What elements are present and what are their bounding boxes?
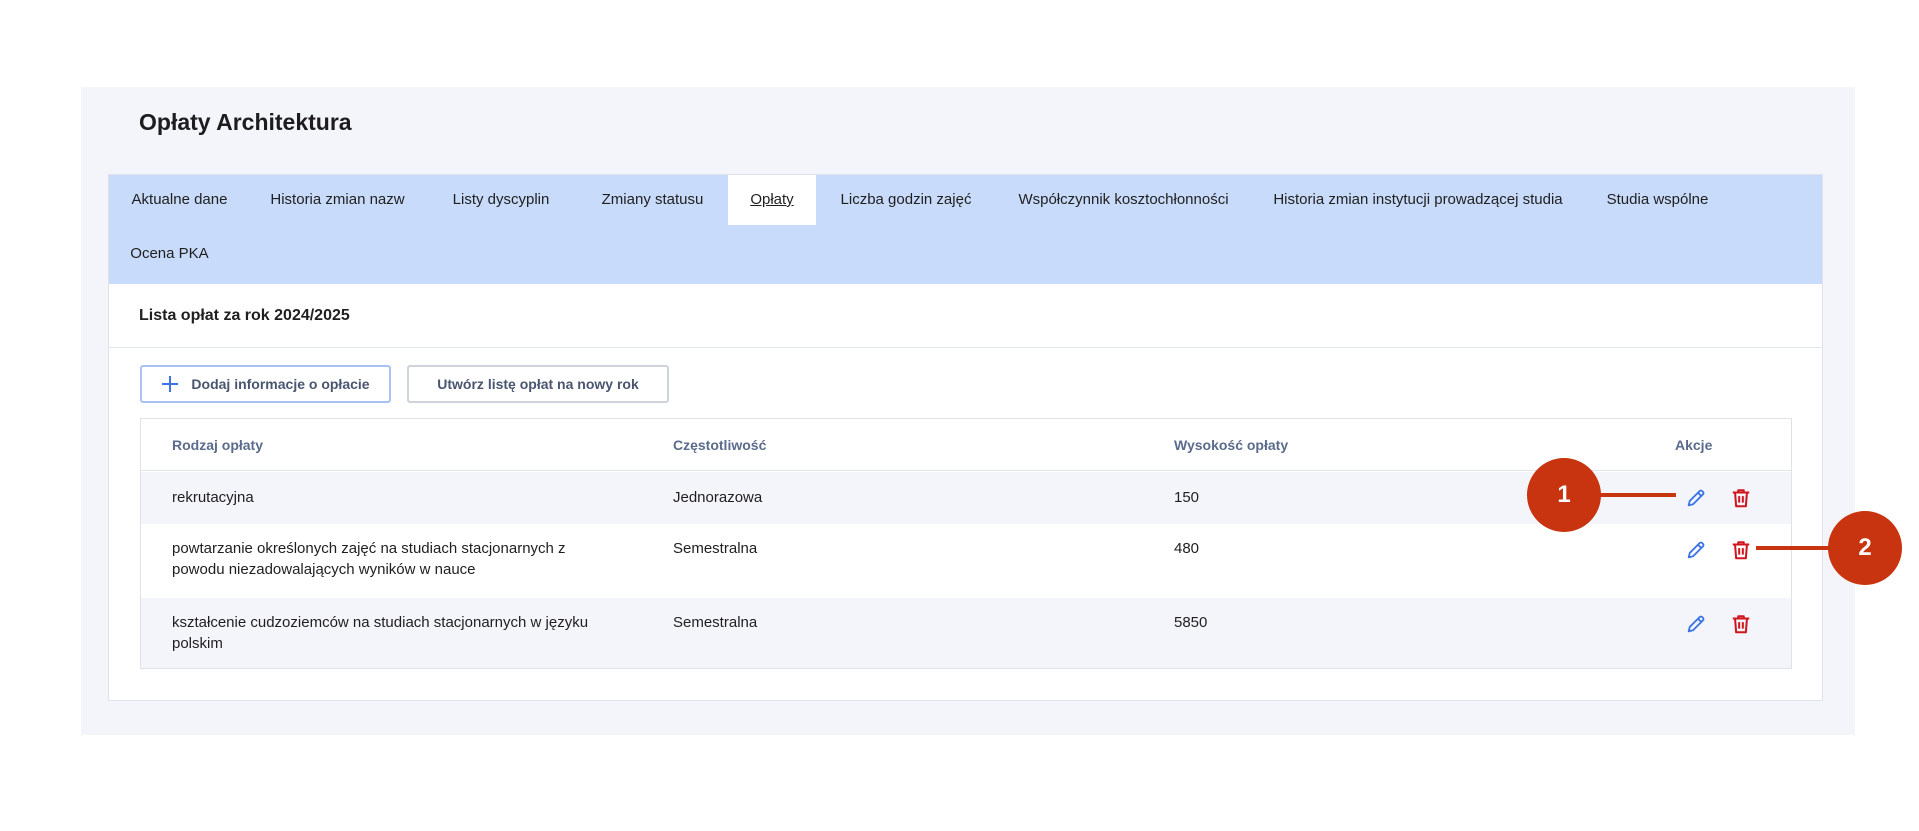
tab-studia-wspolne[interactable]: Studia wspólne [1585,175,1730,225]
tab-listy-dyscyplin[interactable]: Listy dyscyplin [425,175,577,225]
tab-zmiany-statusu[interactable]: Zmiany statusu [577,175,728,225]
create-new-year-list-button[interactable]: Utwórz listę opłat na nowy rok [407,365,669,403]
page-title: Opłaty Architektura [139,109,352,135]
callout-2-badge: 2 [1828,511,1902,585]
content-panel: Opłaty Architektura Aktualne dane Histor… [81,87,1855,735]
cell-frequency: Jednorazowa [673,489,763,506]
callout-1-badge: 1 [1527,458,1601,532]
trash-icon[interactable] [1730,487,1752,509]
tab-ocena-pka[interactable]: Ocena PKA [109,229,230,279]
divider [109,347,1822,348]
pencil-icon[interactable] [1685,487,1707,509]
cell-amount: 480 [1174,540,1200,557]
tab-liczba-godzin-zajec[interactable]: Liczba godzin zajęć [816,175,996,225]
section-title: Lista opłat za rok 2024/2025 [139,307,350,324]
header-actions: Akcje [1675,437,1713,453]
cell-frequency: Semestralna [673,614,758,631]
callout-2-line [1756,546,1832,550]
header-fee-type: Rodzaj opłaty [172,437,264,453]
trash-icon[interactable] [1730,613,1752,635]
cell-fee-type: kształcenie cudzoziemców na studiach sta… [172,614,589,652]
trash-icon[interactable] [1730,539,1752,561]
fees-card: Aktualne dane Historia zmian nazw Listy … [108,174,1823,701]
pencil-icon[interactable] [1685,613,1707,635]
add-fee-button[interactable]: Dodaj informacje o opłacie [140,365,391,403]
tab-wspolczynnik-kosztochlonnosci[interactable]: Współczynnik kosztochłonności [996,175,1251,225]
fees-table: Rodzaj opłaty Częstotliwość Wysokość opł… [140,418,1792,669]
cell-fee-type: rekrutacyjna [172,489,254,506]
tab-bar: Aktualne dane Historia zmian nazw Listy … [109,175,1822,284]
create-new-year-list-label: Utwórz listę opłat na nowy rok [437,376,639,392]
add-fee-button-label: Dodaj informacje o opłacie [191,376,370,392]
cell-amount: 5850 [1174,614,1208,631]
callout-1-line [1600,493,1676,497]
tab-historia-zmian-instytucji[interactable]: Historia zmian instytucji prowadzącej st… [1251,175,1585,225]
cell-fee-type: powtarzanie określonych zajęć na studiac… [172,540,566,578]
cell-amount: 150 [1174,489,1200,506]
tab-oplaty[interactable]: Opłaty [728,175,816,225]
tab-historia-zmian-nazw[interactable]: Historia zmian nazw [250,175,425,225]
cell-frequency: Semestralna [673,540,758,557]
header-amount: Wysokość opłaty [1174,437,1289,453]
header-frequency: Częstotliwość [673,437,767,453]
tab-aktualne-dane[interactable]: Aktualne dane [109,175,250,225]
table-row: powtarzanie określonych zajęć na studiac… [141,524,1791,598]
pencil-icon[interactable] [1685,539,1707,561]
table-row: kształcenie cudzoziemców na studiach sta… [141,598,1791,668]
plus-icon [161,375,179,393]
